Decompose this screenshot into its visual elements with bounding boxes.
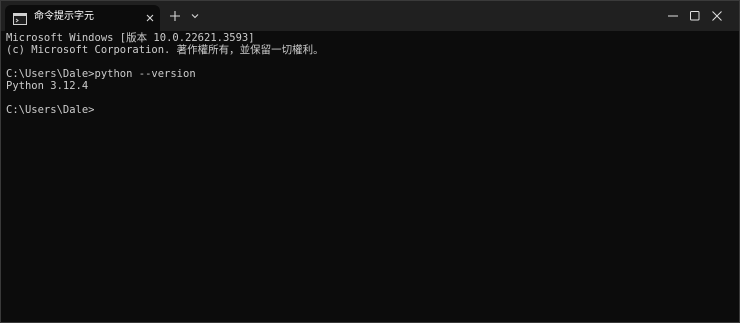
- terminal-icon: [13, 10, 27, 25]
- terminal-line: (c) Microsoft Corporation. 著作權所有，並保留一切權利…: [6, 44, 324, 56]
- chevron-down-icon[interactable]: [187, 8, 203, 24]
- terminal-line: Python 3.12.4: [6, 80, 89, 92]
- tab-command-prompt[interactable]: 命令提示字元: [5, 5, 160, 31]
- terminal-output[interactable]: Microsoft Windows [版本 10.0.22621.3593] (…: [6, 32, 731, 317]
- terminal-line: Microsoft Windows [版本 10.0.22621.3593]: [6, 32, 255, 44]
- terminal-line: C:\Users\Dale>python --version: [6, 68, 196, 80]
- terminal-prompt[interactable]: C:\Users\Dale>: [6, 104, 731, 116]
- close-window-icon: [712, 11, 722, 21]
- close-icon[interactable]: [143, 10, 157, 24]
- terminal-window: 命令提示字元 Microsoft Windows [版本 10.0.22621.…: [0, 0, 740, 323]
- title-bar[interactable]: 命令提示字元: [1, 1, 739, 31]
- close-window-button[interactable]: [695, 1, 739, 31]
- tab-title: 命令提示字元: [34, 11, 94, 22]
- plus-icon[interactable]: [167, 8, 183, 24]
